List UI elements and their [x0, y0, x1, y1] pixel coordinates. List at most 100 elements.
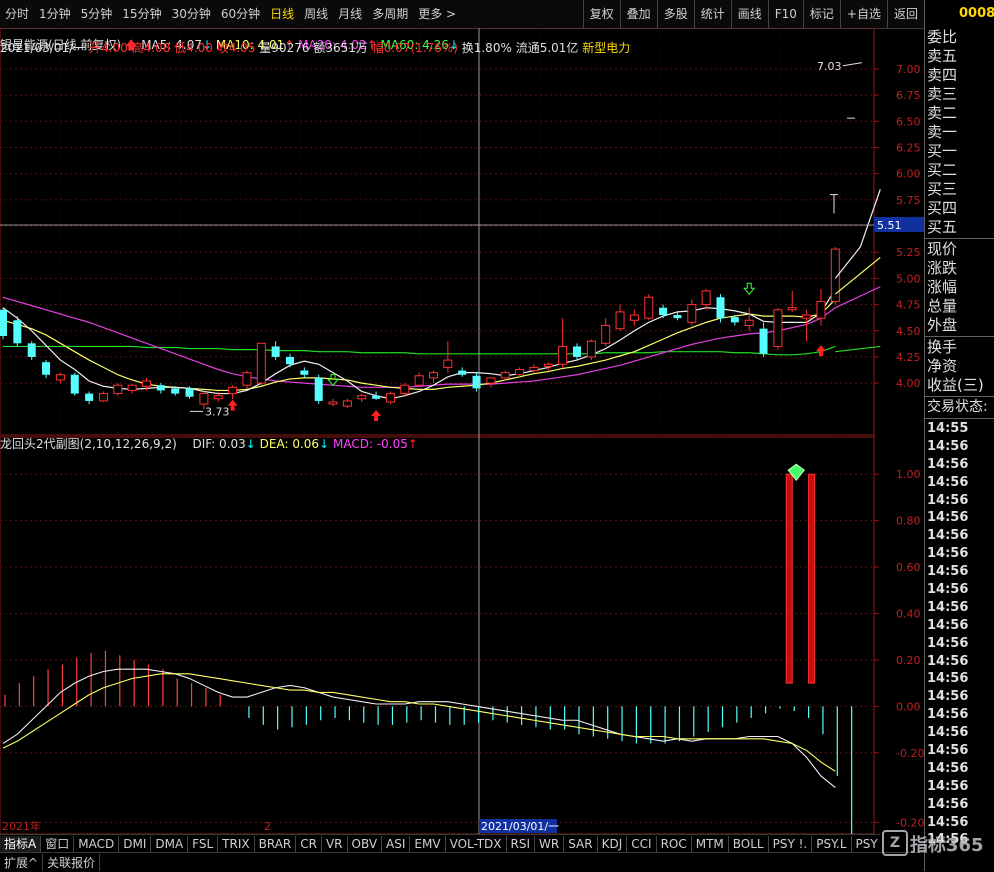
candle-body-down [156, 385, 165, 391]
candle-body-up [127, 384, 137, 391]
indicator-tab-11[interactable]: ASI [382, 835, 411, 853]
tick-row: 14:56 [927, 456, 969, 472]
related-quotes-button[interactable]: 关联报价 [43, 854, 101, 871]
tick-row: 14:56 [927, 707, 969, 723]
period-tab-2[interactable]: 5分钟 [76, 0, 118, 28]
candle-body-up [342, 400, 352, 407]
candle-body-up [385, 393, 395, 403]
indicator-tab-22[interactable]: PSY !. [769, 835, 813, 853]
indicator-tab-13[interactable]: VOL-TDX [446, 835, 507, 853]
period-tab-4[interactable]: 30分钟 [167, 0, 216, 28]
tool-button-0[interactable]: 复权 [582, 0, 620, 28]
candle-body-up [98, 393, 108, 402]
tool-button-1[interactable]: 叠加 [619, 0, 657, 28]
top-toolbar: 分时 1分钟 5分钟 15分钟 30分钟 60分钟 日线 周线 月线 多周期 更多 > 复权 叠加 多股… [0, 0, 924, 29]
indicator-tab-17[interactable]: KDJ [598, 835, 628, 853]
candle-body-up [113, 384, 123, 395]
expand-button[interactable]: 扩展^ [0, 854, 44, 871]
candle-body-up [615, 311, 625, 330]
period-tab-3[interactable]: 15分钟 [117, 0, 166, 28]
candle-body-up [701, 290, 711, 306]
candle-body-up [429, 372, 438, 379]
period-tabs: 分时 1分钟 5分钟 15分钟 30分钟 60分钟 日线 周线 月线 多周期 更多 > [0, 0, 461, 28]
price-axis-label: 6.25 [896, 141, 921, 154]
indicator-tab-24[interactable]: PSY !. [852, 836, 880, 853]
macd-axis-label: 0.80 [896, 515, 921, 528]
period-tab-9[interactable]: 多周期 [367, 0, 413, 28]
period-tab-5[interactable]: 60分钟 [216, 0, 265, 28]
indicator-tab-0[interactable]: 指标A [0, 835, 42, 853]
period-tab-1[interactable]: 1分钟 [34, 0, 76, 28]
tool-button-3[interactable]: 统计 [693, 0, 731, 28]
candle-body-up [414, 375, 424, 386]
indicator-tab-6[interactable]: TRIX [218, 835, 255, 853]
high-price-pointer [842, 62, 863, 67]
indicator-tab-15[interactable]: WR [535, 835, 565, 853]
candle-body-down [27, 343, 36, 357]
indicator-tab-2[interactable]: MACD [74, 835, 120, 853]
tool-button-8[interactable]: 返回 [886, 0, 924, 28]
x-axis-mid-label: 2 [264, 820, 271, 833]
period-tab-8[interactable]: 月线 [333, 0, 367, 28]
dea-line [2, 673, 836, 772]
indicator-tabs: 指标A 窗口 MACD DMI DMA FSL TRIX BRAR CR VR OBV ASI EMV V… [0, 834, 880, 853]
indicator-tab-18[interactable]: CCI [627, 835, 657, 853]
indicator-tab-8[interactable]: CR [296, 835, 322, 853]
candle-body-up [816, 300, 826, 319]
stat-row: 涨跌 [927, 259, 958, 277]
indicator-tab-10[interactable]: OBV [348, 835, 383, 853]
indicator-tab-20[interactable]: MTM [692, 835, 729, 853]
indicator-tab-5[interactable]: FSL [188, 835, 219, 853]
candle-body-up [142, 380, 151, 387]
down-arrow-icon: ↓ [245, 437, 256, 451]
tick-list[interactable]: 14:55 14:56 14:56 14:56 14:56 14:56 14:56 14:56… [925, 420, 994, 849]
candle-body-up [773, 309, 783, 347]
indicator-tab-14[interactable]: RSI [507, 835, 536, 853]
stock-code-box[interactable]: 00080 [924, 0, 994, 29]
indicator-tab-19[interactable]: ROC [657, 835, 692, 853]
candle-body-up [443, 359, 453, 368]
macd-info-bar: 龙回头2代副图(2,10,12,26,9,2) DIF: 0.03↓ DEA: … [0, 435, 418, 453]
period-tab-0[interactable]: 分时 [0, 0, 34, 28]
buy-arrow-icon [815, 345, 826, 357]
chart-area[interactable]: 7.006.756.506.256.005.755.505.255.004.75… [0, 28, 924, 834]
order-book-row: 买四 [927, 199, 958, 217]
tick-row: 14:56 [927, 653, 969, 669]
dif-line [2, 668, 836, 789]
indicator-tab-4[interactable]: DMA [151, 835, 189, 853]
tick-row: 14:56 [927, 743, 969, 759]
period-tab-7[interactable]: 周线 [299, 0, 333, 28]
indicator-tab-9[interactable]: VR [322, 835, 348, 853]
signal-bar [808, 473, 816, 684]
logo-icon: Z [882, 830, 908, 856]
indicator-tab-1[interactable]: 窗口 [41, 835, 75, 853]
tool-button-2[interactable]: 多股 [656, 0, 694, 28]
candle-body-down [42, 362, 51, 375]
order-book-row: 买二 [927, 161, 958, 179]
ma60-line [3, 345, 836, 356]
period-tab-6[interactable]: 日线 [265, 0, 299, 28]
tool-button-4[interactable]: 画线 [730, 0, 768, 28]
macd-axis-label: -0.20 [896, 747, 924, 760]
indicator-tab-7[interactable]: BRAR [255, 835, 297, 853]
order-book-row: 卖五 [927, 47, 958, 65]
tick-row: 14:56 [927, 474, 969, 490]
candle-body-up [529, 366, 539, 372]
order-book-row: 卖三 [927, 85, 958, 103]
tool-button-7[interactable]: +自选 [839, 0, 887, 28]
tick-row: 14:55 [927, 421, 969, 436]
candle-body-up [787, 307, 797, 311]
indicator-tab-3[interactable]: DMI [119, 835, 152, 853]
indicator-tab-23[interactable]: PSY.L [812, 835, 852, 853]
macd-axis-label: 0.20 [896, 654, 921, 667]
tool-button-5[interactable]: F10 [767, 0, 803, 28]
indicator-tab-21[interactable]: BOLL [729, 835, 769, 853]
indicator-tab-12[interactable]: EMV [410, 835, 446, 853]
indicator-name: 龙回头2代副图(2,10,12,26,9,2) [0, 437, 177, 451]
tool-button-6[interactable]: 标记 [802, 0, 840, 28]
stats-list-2: 换手 净资 收益(三) [925, 338, 994, 395]
period-tab-10[interactable]: 更多 > [413, 0, 461, 28]
candle-body-up [213, 395, 223, 400]
indicator-tab-16[interactable]: SAR [564, 835, 598, 853]
tick-row: 14:56 [927, 617, 969, 633]
